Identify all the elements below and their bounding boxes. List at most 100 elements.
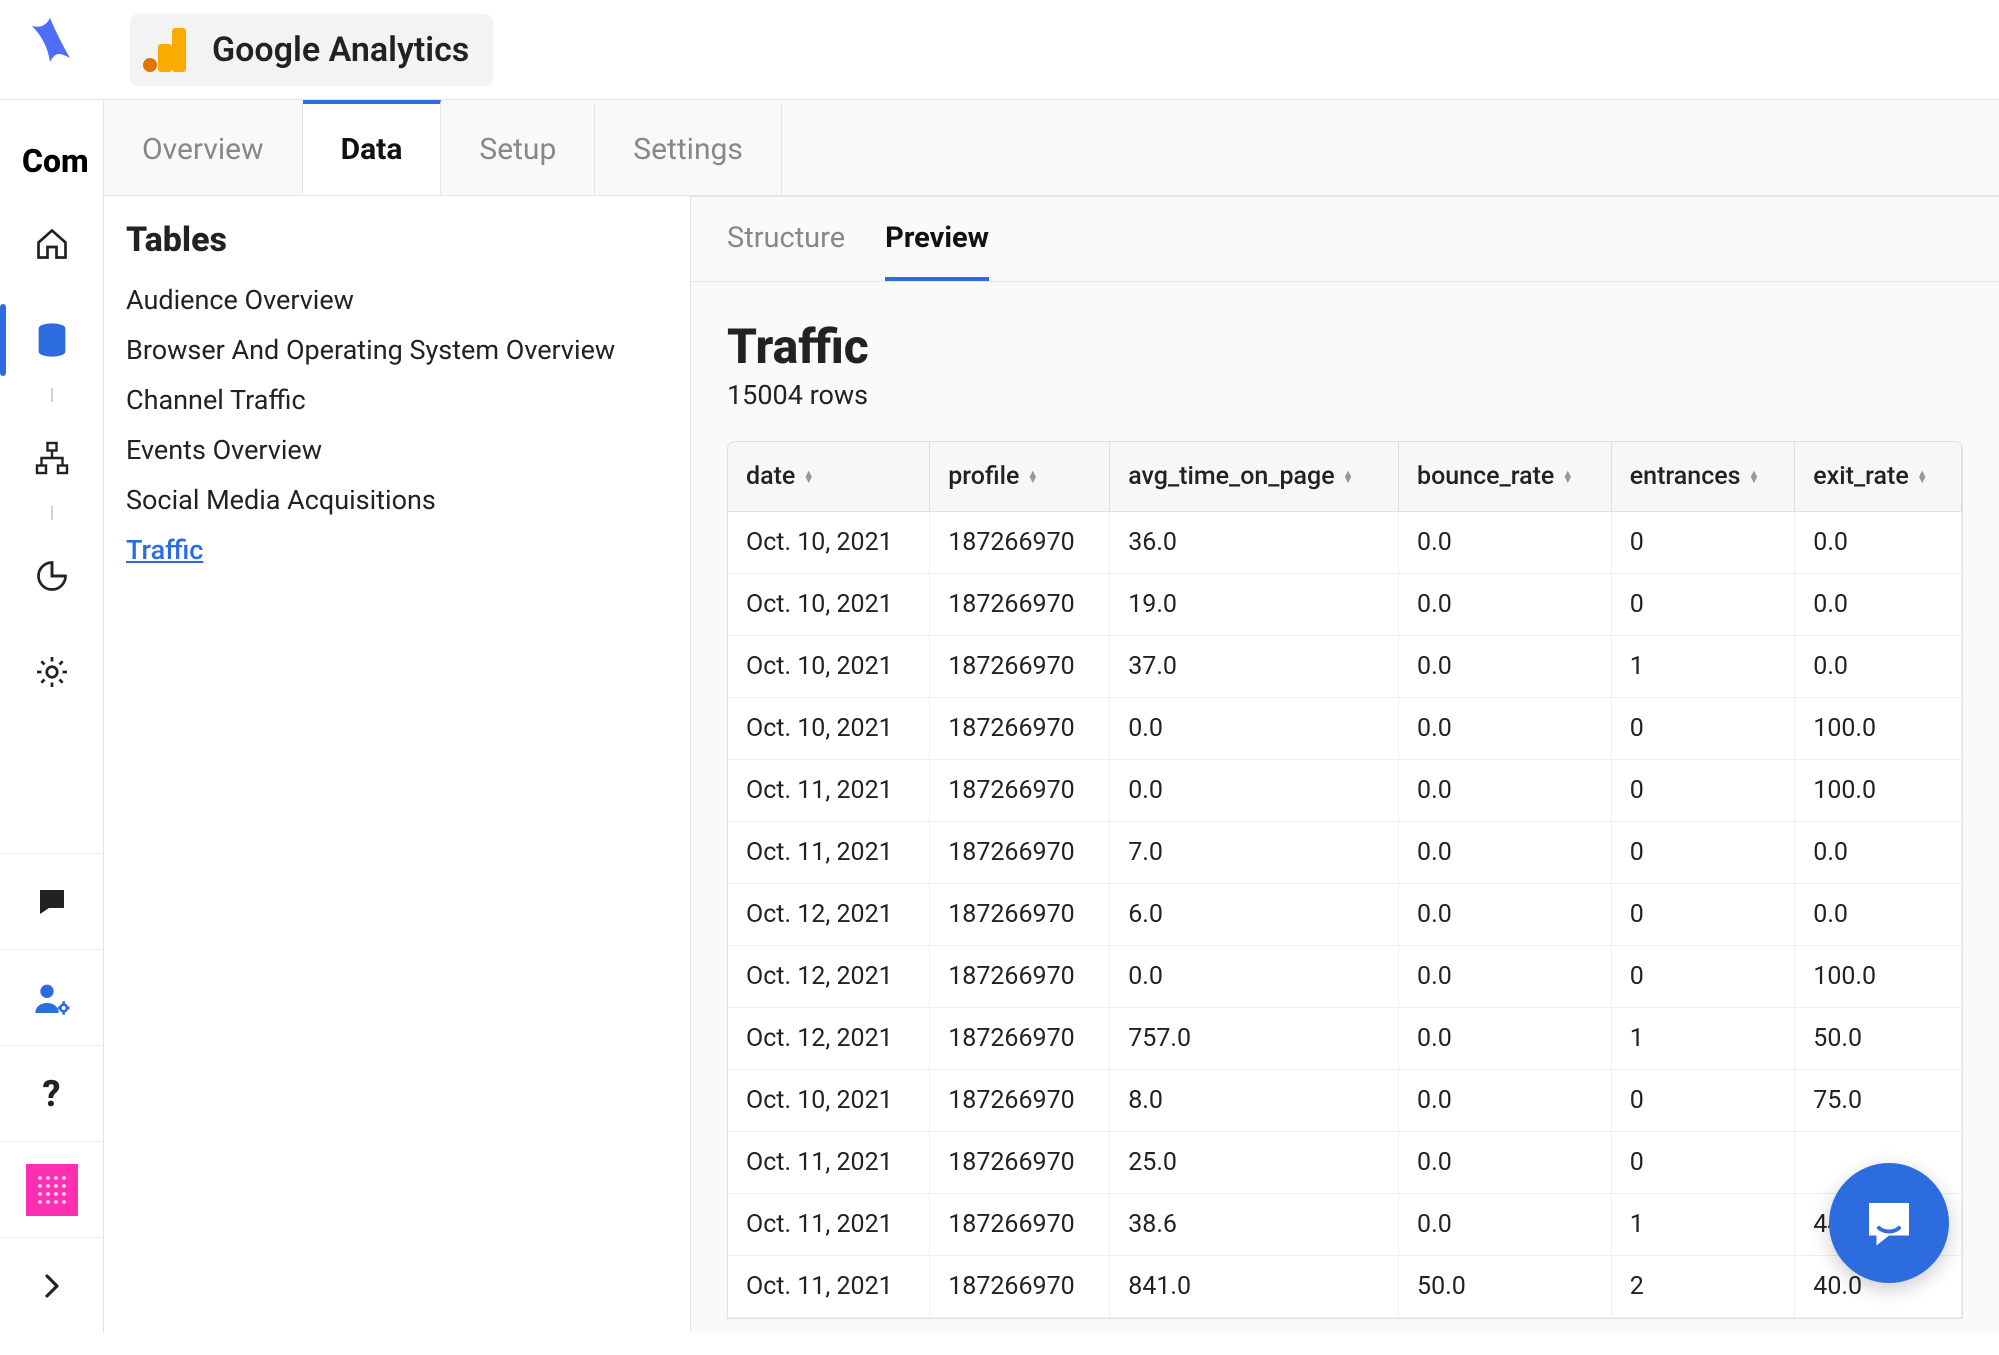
cell-bounce_rate: 0.0 bbox=[1399, 574, 1612, 636]
col-bounce_rate[interactable]: bounce_rate▲▼ bbox=[1399, 442, 1612, 512]
cell-exit_rate: 100.0 bbox=[1795, 946, 1962, 1008]
cell-date: Oct. 10, 2021 bbox=[728, 636, 930, 698]
cell-date: Oct. 11, 2021 bbox=[728, 1256, 930, 1318]
cell-date: Oct. 11, 2021 bbox=[728, 1132, 930, 1194]
cell-profile: 187266970 bbox=[930, 1070, 1110, 1132]
cell-profile: 187266970 bbox=[930, 1194, 1110, 1256]
cell-entrances: 0 bbox=[1611, 512, 1795, 574]
cell-entrances: 0 bbox=[1611, 822, 1795, 884]
col-entrances[interactable]: entrances▲▼ bbox=[1611, 442, 1795, 512]
table-row[interactable]: Oct. 11, 202118726697025.00.00 bbox=[728, 1132, 1962, 1194]
datasource-badge[interactable]: Google Analytics bbox=[130, 14, 493, 86]
table-row[interactable]: Oct. 11, 202118726697038.60.014444 bbox=[728, 1194, 1962, 1256]
main-area: StructurePreview Traffic 15004 rows date… bbox=[691, 196, 1999, 1333]
cell-entrances: 2 bbox=[1611, 1256, 1795, 1318]
rail-insights[interactable] bbox=[0, 528, 103, 624]
cell-avg_time_on_page: 757.0 bbox=[1110, 1008, 1399, 1070]
atlan-logo-icon bbox=[22, 14, 78, 70]
table-row[interactable]: Oct. 10, 202118726697019.00.000.0 bbox=[728, 574, 1962, 636]
cell-exit_rate: 0.0 bbox=[1795, 574, 1962, 636]
table-row[interactable]: Oct. 10, 20211872669708.00.0075.0 bbox=[728, 1070, 1962, 1132]
col-avg_time_on_page[interactable]: avg_time_on_page▲▼ bbox=[1110, 442, 1399, 512]
col-profile[interactable]: profile▲▼ bbox=[930, 442, 1110, 512]
cell-exit_rate: 0.0 bbox=[1795, 822, 1962, 884]
cell-avg_time_on_page: 25.0 bbox=[1110, 1132, 1399, 1194]
intercom-icon bbox=[1859, 1193, 1919, 1253]
col-exit_rate[interactable]: exit_rate▲▼ bbox=[1795, 442, 1962, 512]
tab-overview[interactable]: Overview bbox=[104, 100, 303, 195]
cell-avg_time_on_page: 37.0 bbox=[1110, 636, 1399, 698]
database-icon bbox=[32, 320, 72, 360]
table-item-audience-overview[interactable]: Audience Overview bbox=[126, 284, 668, 316]
table-row[interactable]: Oct. 10, 202118726697036.00.000.0 bbox=[728, 512, 1962, 574]
rail-settings[interactable] bbox=[0, 624, 103, 720]
cell-avg_time_on_page: 0.0 bbox=[1110, 946, 1399, 1008]
table-row[interactable]: Oct. 12, 2021187266970757.00.0150.0 bbox=[728, 1008, 1962, 1070]
table-item-traffic[interactable]: Traffic bbox=[126, 534, 668, 566]
table-item-channel-traffic[interactable]: Channel Traffic bbox=[126, 384, 668, 416]
cell-avg_time_on_page: 19.0 bbox=[1110, 574, 1399, 636]
table-row[interactable]: Oct. 12, 20211872669706.00.000.0 bbox=[728, 884, 1962, 946]
cell-exit_rate: 100.0 bbox=[1795, 760, 1962, 822]
top-tabs: OverviewDataSetupSettings bbox=[104, 100, 1999, 196]
rail-help[interactable]: ? bbox=[0, 1045, 103, 1141]
col-date[interactable]: date▲▼ bbox=[728, 442, 930, 512]
cell-bounce_rate: 0.0 bbox=[1399, 760, 1612, 822]
cell-avg_time_on_page: 6.0 bbox=[1110, 884, 1399, 946]
cell-profile: 187266970 bbox=[930, 574, 1110, 636]
subtabs: Structure Preview bbox=[691, 197, 1999, 282]
table-row[interactable]: Oct. 10, 202118726697037.00.010.0 bbox=[728, 636, 1962, 698]
data-table: date▲▼profile▲▼avg_time_on_page▲▼bounce_… bbox=[727, 441, 1963, 1319]
cell-avg_time_on_page: 841.0 bbox=[1110, 1256, 1399, 1318]
tab-settings[interactable]: Settings bbox=[595, 100, 782, 195]
table-item-browser-and-operating-system-overview[interactable]: Browser And Operating System Overview bbox=[126, 334, 668, 366]
rail-widget[interactable] bbox=[0, 1141, 103, 1237]
gear-icon bbox=[34, 654, 70, 690]
tables-list: Audience Overview Browser And Operating S… bbox=[126, 284, 668, 566]
table-row[interactable]: Oct. 10, 20211872669700.00.00100.0 bbox=[728, 698, 1962, 760]
cell-date: Oct. 11, 2021 bbox=[728, 1194, 930, 1256]
table-item-social-media-acquisitions[interactable]: Social Media Acquisitions bbox=[126, 484, 668, 516]
cell-entrances: 0 bbox=[1611, 574, 1795, 636]
rail-lineage[interactable] bbox=[0, 410, 103, 506]
rail-expand[interactable] bbox=[0, 1237, 103, 1333]
cell-profile: 187266970 bbox=[930, 946, 1110, 1008]
table-row[interactable]: Oct. 11, 20211872669700.00.00100.0 bbox=[728, 760, 1962, 822]
cell-date: Oct. 11, 2021 bbox=[728, 822, 930, 884]
tables-heading: Tables bbox=[126, 220, 668, 260]
cell-profile: 187266970 bbox=[930, 512, 1110, 574]
tab-data[interactable]: Data bbox=[303, 100, 442, 195]
table-item-events-overview[interactable]: Events Overview bbox=[126, 434, 668, 466]
rail-database[interactable] bbox=[0, 292, 103, 388]
tab-setup[interactable]: Setup bbox=[441, 100, 595, 195]
table-row[interactable]: Oct. 12, 20211872669700.00.00100.0 bbox=[728, 946, 1962, 1008]
cell-bounce_rate: 0.0 bbox=[1399, 1132, 1612, 1194]
chat-fab[interactable] bbox=[1829, 1163, 1949, 1283]
cell-exit_rate: 100.0 bbox=[1795, 698, 1962, 760]
cell-entrances: 0 bbox=[1611, 760, 1795, 822]
cell-profile: 187266970 bbox=[930, 884, 1110, 946]
cell-entrances: 0 bbox=[1611, 1132, 1795, 1194]
subtab-structure[interactable]: Structure bbox=[727, 221, 845, 281]
rail-home[interactable] bbox=[0, 196, 103, 292]
cell-date: Oct. 10, 2021 bbox=[728, 512, 930, 574]
cell-exit_rate: 0.0 bbox=[1795, 512, 1962, 574]
cell-bounce_rate: 0.0 bbox=[1399, 946, 1612, 1008]
cell-bounce_rate: 0.0 bbox=[1399, 1070, 1612, 1132]
sort-icon: ▲▼ bbox=[1749, 471, 1760, 483]
cell-profile: 187266970 bbox=[930, 698, 1110, 760]
subtab-preview[interactable]: Preview bbox=[885, 221, 989, 281]
cell-date: Oct. 12, 2021 bbox=[728, 946, 930, 1008]
cell-exit_rate: 0.0 bbox=[1795, 884, 1962, 946]
tables-panel: Tables Audience Overview Browser And Oper… bbox=[104, 196, 691, 1333]
rail-comments[interactable] bbox=[0, 853, 103, 949]
cell-date: Oct. 10, 2021 bbox=[728, 574, 930, 636]
top-header: Google Analytics bbox=[0, 0, 1999, 100]
rail-divider bbox=[0, 506, 103, 528]
cell-profile: 187266970 bbox=[930, 1256, 1110, 1318]
cell-date: Oct. 12, 2021 bbox=[728, 1008, 930, 1070]
table-row[interactable]: Oct. 11, 20211872669707.00.000.0 bbox=[728, 822, 1962, 884]
table-row[interactable]: Oct. 11, 2021187266970841.050.0240.0 bbox=[728, 1256, 1962, 1318]
home-icon bbox=[34, 226, 70, 262]
rail-user-settings[interactable] bbox=[0, 949, 103, 1045]
